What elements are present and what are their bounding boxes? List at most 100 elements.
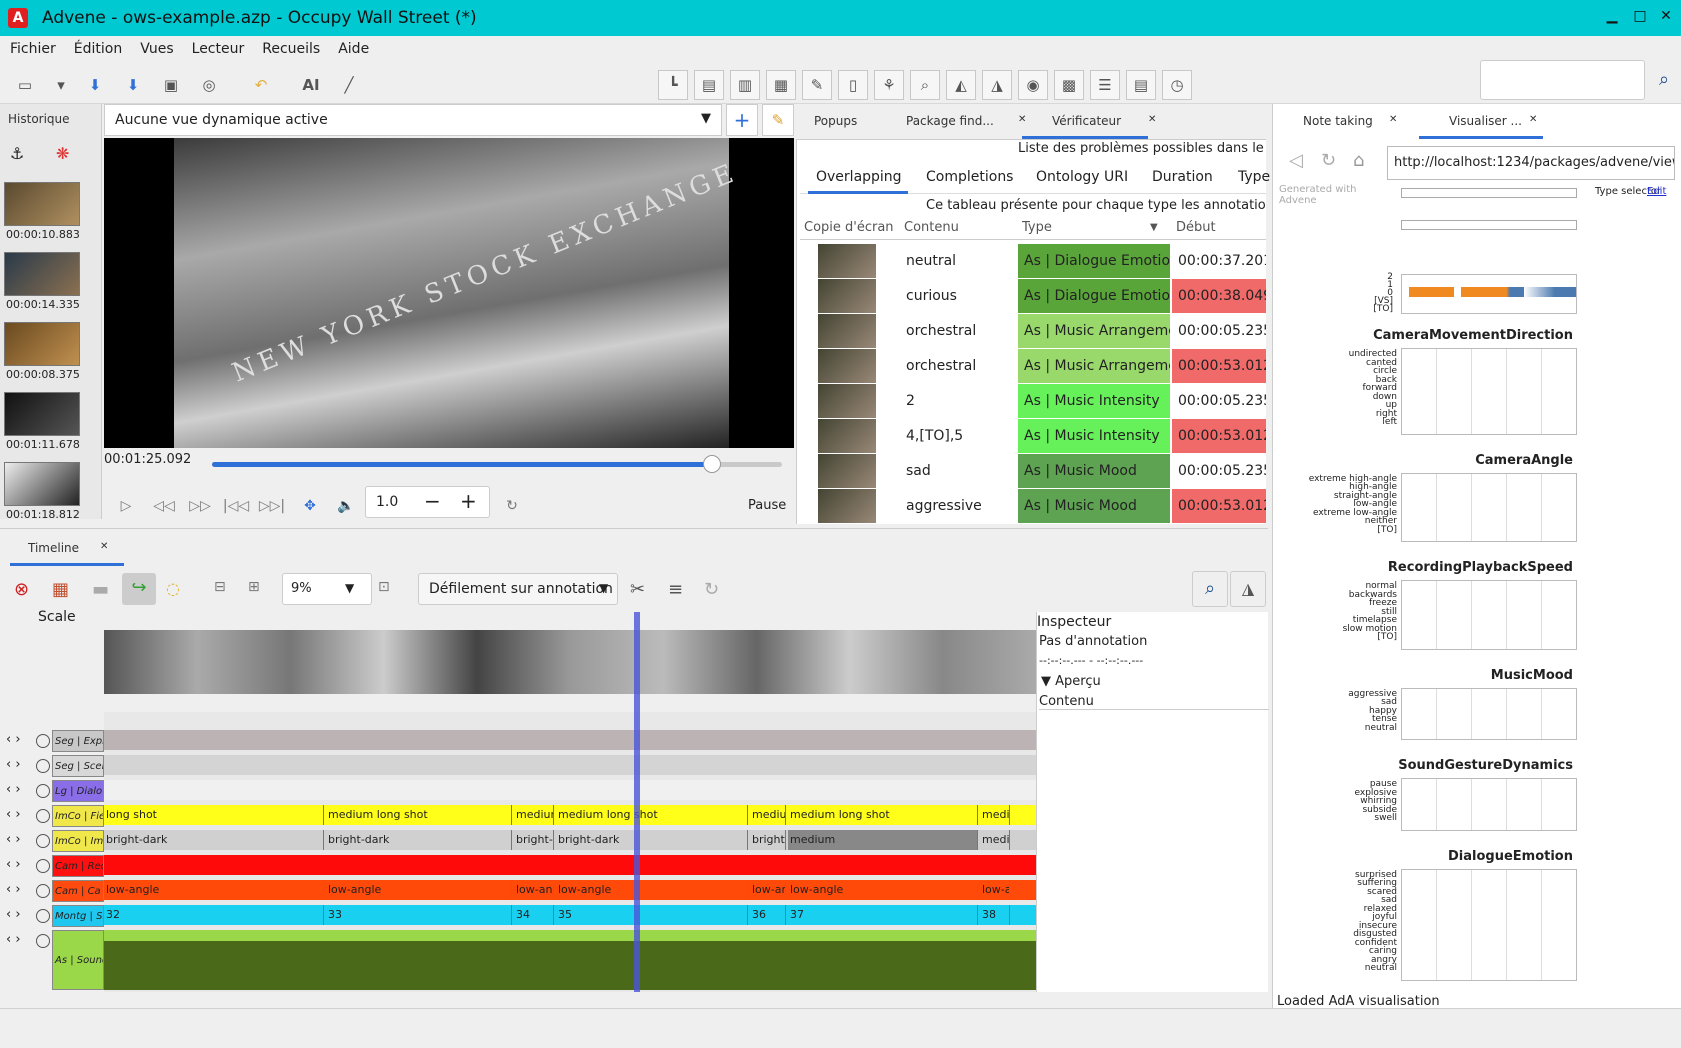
menu-collections[interactable]: Recueils xyxy=(252,36,328,57)
home-icon[interactable]: ⌂ xyxy=(1353,150,1364,171)
tab-package-finder[interactable]: Package find... xyxy=(906,114,994,128)
annotation-segment[interactable]: low-angle xyxy=(104,880,324,900)
go-end-icon[interactable]: ▷▷| xyxy=(258,492,286,520)
track-nav-arrows[interactable]: ‹ › xyxy=(6,832,32,847)
track-nav-arrows[interactable]: ‹ › xyxy=(6,782,32,797)
rectangle-icon[interactable]: ▬ xyxy=(92,579,109,600)
annotation-segment[interactable]: low-an xyxy=(750,880,786,900)
track-nav-arrows[interactable]: ‹ › xyxy=(6,857,32,872)
track-row[interactable]: bright-darkbright-darkbright-dbright-dar… xyxy=(104,830,1036,850)
track-toggle-icon[interactable] xyxy=(36,859,50,873)
track-label[interactable]: As | Sound xyxy=(52,930,104,990)
track-row[interactable] xyxy=(104,730,1036,750)
col-screenshot[interactable]: Copie d'écran xyxy=(804,220,894,235)
tab-ontology-uri[interactable]: Ontology URI xyxy=(1036,169,1128,185)
track-toggle-icon[interactable] xyxy=(36,834,50,848)
table-row[interactable]: neutral As | Dialogue Emotion 00:00:37.201 xyxy=(800,244,1266,278)
annotation-segment[interactable]: medium xyxy=(788,830,978,850)
close-icon[interactable]: ✕ xyxy=(1529,114,1537,125)
col-type[interactable]: Type xyxy=(1022,220,1052,235)
tab-history[interactable]: Historique xyxy=(8,112,70,126)
annotation-segment[interactable]: low-angle xyxy=(788,880,978,900)
palette-icon[interactable]: ❋ xyxy=(56,144,80,168)
close-icon[interactable]: ✕ xyxy=(1656,8,1676,26)
pen-icon[interactable]: ╱ xyxy=(334,70,364,100)
track-label[interactable]: Lg | Dialo xyxy=(52,780,104,802)
list-view-icon[interactable]: ▦ xyxy=(766,70,796,100)
annotation-segment[interactable]: medi xyxy=(980,805,1010,825)
chevron-down-icon[interactable]: ▼ xyxy=(345,581,354,595)
annotation-segment[interactable]: bright-dark xyxy=(556,830,748,850)
pin-icon[interactable]: ⚓ xyxy=(10,144,34,168)
menu-edit[interactable]: Édition xyxy=(64,36,130,57)
video-player[interactable]: NEW YORK STOCK EXCHANGE xyxy=(104,138,794,448)
track-label[interactable]: Seg | Scen xyxy=(52,755,104,777)
annotation-segment[interactable]: low-angle xyxy=(556,880,748,900)
track-row[interactable]: long shotmedium long shotmediummedium lo… xyxy=(104,805,1036,825)
lightbulb-icon[interactable]: ◌ xyxy=(166,579,180,598)
open-icon[interactable]: ▭ xyxy=(10,70,40,100)
history-thumb[interactable] xyxy=(4,322,80,366)
menu-help[interactable]: Aide xyxy=(328,36,377,57)
menu-views[interactable]: Vues xyxy=(130,36,181,57)
track-row[interactable] xyxy=(104,855,1036,875)
annotation-segment[interactable]: medium xyxy=(750,805,786,825)
tab-completions[interactable]: Completions xyxy=(926,169,1013,185)
annotation-segment[interactable]: bright-d xyxy=(514,830,554,850)
annotation-segment[interactable]: medium long shot xyxy=(326,805,512,825)
undo-icon[interactable]: ↶ xyxy=(246,70,276,100)
edit-link[interactable]: Edit xyxy=(1647,186,1666,197)
record-icon[interactable]: ◎ xyxy=(194,70,224,100)
palette-icon[interactable]: ▦ xyxy=(52,579,69,600)
close-icon[interactable]: ✕ xyxy=(100,541,108,552)
open-menu-chevron-icon[interactable]: ▾ xyxy=(46,70,76,100)
forward-icon[interactable]: ▷▷ xyxy=(186,492,214,520)
table2-view-icon[interactable]: ▤ xyxy=(1126,70,1156,100)
fit-icon[interactable]: ⊡ xyxy=(378,579,390,595)
table-row[interactable]: curious As | Dialogue Emotion 00:00:38.049 xyxy=(800,279,1266,313)
col-content[interactable]: Contenu xyxy=(904,220,959,235)
fullscreen-icon[interactable]: ✥ xyxy=(296,492,324,520)
preview-expander[interactable]: ▼ Aperçu xyxy=(1041,674,1101,689)
annotation-segment[interactable]: 37 xyxy=(788,905,978,925)
col-start[interactable]: Début xyxy=(1176,220,1216,235)
clock-view-icon[interactable]: ◷ xyxy=(1162,70,1192,100)
image-view-icon[interactable]: ▩ xyxy=(1054,70,1084,100)
track-nav-arrows[interactable]: ‹ › xyxy=(6,732,32,747)
track-row[interactable] xyxy=(104,780,1036,800)
tab-duration[interactable]: Duration xyxy=(1152,169,1213,185)
timeline-view-icon[interactable]: ┗ xyxy=(658,70,688,100)
tab-overlapping[interactable]: Overlapping xyxy=(816,169,902,185)
track-label[interactable]: Montg | Sh xyxy=(52,905,104,927)
tab-checker[interactable]: Vérificateur xyxy=(1052,114,1121,128)
annotation-segment[interactable]: low-angle xyxy=(326,880,512,900)
track-toggle-icon[interactable] xyxy=(36,909,50,923)
track-toggle-icon[interactable] xyxy=(36,784,50,798)
goto-icon[interactable]: ↪ xyxy=(122,573,156,605)
track-nav-arrows[interactable]: ‹ › xyxy=(6,907,32,922)
track-toggle-icon[interactable] xyxy=(36,809,50,823)
tree-view-icon[interactable]: ⚘ xyxy=(874,70,904,100)
annotation-segment[interactable]: bright- xyxy=(750,830,786,850)
filmstrip[interactable] xyxy=(104,630,1036,694)
zoom-input[interactable]: 9% ▼ xyxy=(282,573,372,605)
tab-note-taking[interactable]: Note taking xyxy=(1303,114,1373,128)
seek-handle[interactable] xyxy=(702,455,721,473)
play-icon[interactable]: ▷ xyxy=(112,492,140,520)
annotation-segment[interactable]: medium long shot xyxy=(788,805,978,825)
back-icon[interactable]: ◁ xyxy=(1289,150,1303,171)
minus-icon[interactable]: − xyxy=(424,489,441,513)
annotation-segment[interactable]: low-a xyxy=(980,880,1010,900)
track-nav-arrows[interactable]: ‹ › xyxy=(6,807,32,822)
track-label[interactable]: Cam | Rec xyxy=(52,855,104,877)
search-icon[interactable]: ⌕ xyxy=(1650,64,1678,96)
track-nav-arrows[interactable]: ‹ › xyxy=(6,757,32,772)
save-icon[interactable]: ⬇ xyxy=(80,70,110,100)
dynamic-view-select[interactable]: Aucune vue dynamique active ▼ xyxy=(104,104,722,136)
add-view-button[interactable]: + xyxy=(726,104,758,136)
volume-icon[interactable]: 🔈 xyxy=(332,492,360,520)
history-thumb[interactable] xyxy=(4,462,80,506)
save-as-icon[interactable]: ⬇ xyxy=(118,70,148,100)
split-view-icon[interactable]: ◮ xyxy=(982,70,1012,100)
playhead-cursor[interactable] xyxy=(634,612,640,992)
